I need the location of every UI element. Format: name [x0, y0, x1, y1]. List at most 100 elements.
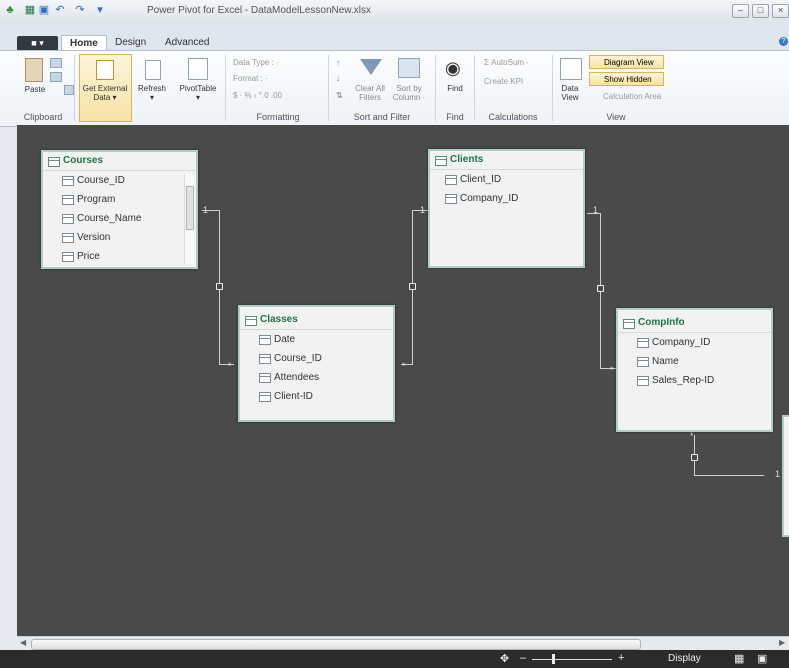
field-row[interactable]: Course_ID: [43, 171, 196, 190]
field-row[interactable]: Version: [43, 228, 196, 247]
column-icon: [62, 233, 74, 243]
table-icon: [245, 316, 257, 326]
field-row[interactable]: Company_ID: [430, 189, 583, 208]
sort-descending-icon[interactable]: ↓: [336, 74, 340, 83]
table-header[interactable]: CompInfo: [618, 314, 771, 333]
table-icon: [435, 156, 447, 166]
format-painter-icon[interactable]: [64, 85, 74, 95]
customize-quick-access-icon[interactable]: ▾: [94, 4, 106, 16]
field-row[interactable]: Client-ID: [240, 387, 393, 406]
zoom-out-icon[interactable]: –: [520, 652, 526, 664]
format-dropdown[interactable]: Format : ·: [233, 74, 268, 83]
diagram-view-icon[interactable]: ▣: [757, 652, 767, 665]
zoom-slider-handle[interactable]: [552, 654, 555, 664]
title-bar: ♣ ▦ ▣ ↶ ↷ ▾ Power Pivot for Excel - Data…: [0, 0, 789, 22]
relationship-handle[interactable]: [216, 283, 223, 290]
help-icon[interactable]: ?: [779, 37, 788, 46]
find-button[interactable]: Find: [440, 84, 470, 93]
show-hidden-button[interactable]: Show Hidden: [589, 72, 664, 86]
number-format-buttons[interactable]: $ · % ‹ °.0 .00: [233, 91, 282, 100]
data-view-label-1[interactable]: Data: [555, 84, 585, 93]
zoom-slider[interactable]: [532, 659, 612, 660]
calculation-area-button[interactable]: Calculation Area: [603, 92, 661, 101]
relationship-handle[interactable]: [409, 283, 416, 290]
group-find-label: Find: [446, 112, 464, 122]
grid-view-icon[interactable]: ▦: [734, 652, 744, 665]
diagram-canvas[interactable]: 1 * 1 * 1 * * 1 Courses Course_ID Progra…: [17, 125, 789, 636]
pivottable-dropdown[interactable]: ▾: [175, 93, 221, 102]
scrollbar-thumb[interactable]: [31, 639, 641, 650]
fit-to-screen-icon[interactable]: ✥: [500, 652, 509, 665]
minimize-button[interactable]: –: [732, 4, 749, 18]
column-icon: [445, 175, 457, 185]
tab-home[interactable]: Home: [61, 35, 107, 51]
table-compinfo[interactable]: CompInfo Company_ID Name Sales_Rep-ID: [616, 308, 773, 432]
field-row[interactable]: Program: [43, 190, 196, 209]
field-row[interactable]: Sales_Rep-ID: [618, 371, 771, 390]
relationship-handle[interactable]: [597, 285, 604, 292]
sort-ascending-icon[interactable]: ↑: [336, 58, 340, 67]
data-view-label-2[interactable]: View: [555, 93, 585, 102]
sort-by-column-label-2[interactable]: Column ·: [389, 93, 429, 102]
table-header[interactable]: Classes: [240, 311, 393, 330]
field-row[interactable]: Course_Name: [43, 209, 196, 228]
field-row[interactable]: Course_ID: [240, 349, 393, 368]
refresh-dropdown[interactable]: ▾: [133, 93, 171, 102]
sort-by-column-label-1[interactable]: Sort by: [389, 84, 429, 93]
group-formatting-label: Formatting: [256, 112, 300, 122]
refresh-icon: [145, 60, 161, 80]
table-header[interactable]: Clients: [430, 151, 583, 170]
scroll-left-icon[interactable]: ◀: [20, 638, 26, 647]
field-name: Client-ID: [274, 391, 313, 402]
column-icon: [259, 354, 271, 364]
refresh-button[interactable]: Refresh: [133, 84, 171, 93]
field-row[interactable]: Price: [43, 247, 196, 266]
redo-icon[interactable]: ↷: [74, 4, 86, 16]
table-scrollbar[interactable]: [184, 174, 194, 264]
clear-sort-icon[interactable]: ⇅: [336, 91, 343, 100]
scrollbar-thumb[interactable]: [186, 186, 194, 230]
field-row[interactable]: Date: [240, 330, 393, 349]
clear-all-filters-label-1[interactable]: Clear All: [349, 84, 391, 93]
field-name: Company_ID: [460, 193, 519, 204]
column-icon: [637, 357, 649, 367]
table-header[interactable]: Courses: [43, 152, 196, 171]
diagram-view-button[interactable]: Diagram View: [589, 55, 664, 69]
cut-icon[interactable]: [50, 58, 62, 68]
relationship-line: [694, 475, 764, 476]
paste-button[interactable]: Paste: [20, 85, 50, 94]
table-classes[interactable]: Classes Date Course_ID Attendees Client-…: [238, 305, 395, 422]
column-icon: [259, 335, 271, 345]
scroll-right-icon[interactable]: ▶: [779, 638, 785, 647]
file-menu-button[interactable]: ■ ▾: [17, 36, 58, 50]
field-row[interactable]: Name: [618, 352, 771, 371]
data-type-dropdown[interactable]: Data Type : ·: [233, 58, 279, 67]
horizontal-scrollbar[interactable]: ◀ ▶: [17, 636, 789, 651]
maximize-button[interactable]: □: [752, 4, 769, 18]
save-icon[interactable]: ▣: [38, 4, 50, 16]
group-separator: [474, 55, 475, 121]
undo-icon[interactable]: ↶: [54, 4, 66, 16]
paste-icon[interactable]: [25, 58, 43, 82]
close-button[interactable]: ×: [772, 4, 789, 18]
relationship-handle[interactable]: [691, 454, 698, 461]
table-clients[interactable]: Clients Client_ID Company_ID: [428, 149, 585, 268]
field-name: Course_ID: [77, 175, 125, 186]
field-name: Version: [77, 232, 111, 243]
copy-icon[interactable]: [50, 72, 62, 82]
zoom-in-icon[interactable]: +: [618, 652, 624, 664]
get-external-data-label-1: Get External: [82, 84, 128, 93]
autosum-button[interactable]: Σ AutoSum ·: [484, 58, 529, 67]
create-kpi-button[interactable]: Create KPI: [484, 77, 523, 86]
pivottable-button[interactable]: PivotTable: [175, 84, 221, 93]
field-row[interactable]: Attendees: [240, 368, 393, 387]
clear-all-filters-label-2[interactable]: Filters: [349, 93, 391, 102]
table-partial[interactable]: [782, 415, 789, 537]
tab-design[interactable]: Design: [107, 35, 154, 50]
table-icon: [48, 157, 60, 167]
table-courses[interactable]: Courses Course_ID Program Course_Name Ve…: [41, 150, 198, 269]
field-row[interactable]: Company_ID: [618, 333, 771, 352]
excel-icon[interactable]: ▦: [24, 4, 36, 16]
field-row[interactable]: Client_ID: [430, 170, 583, 189]
tab-advanced[interactable]: Advanced: [157, 35, 217, 50]
